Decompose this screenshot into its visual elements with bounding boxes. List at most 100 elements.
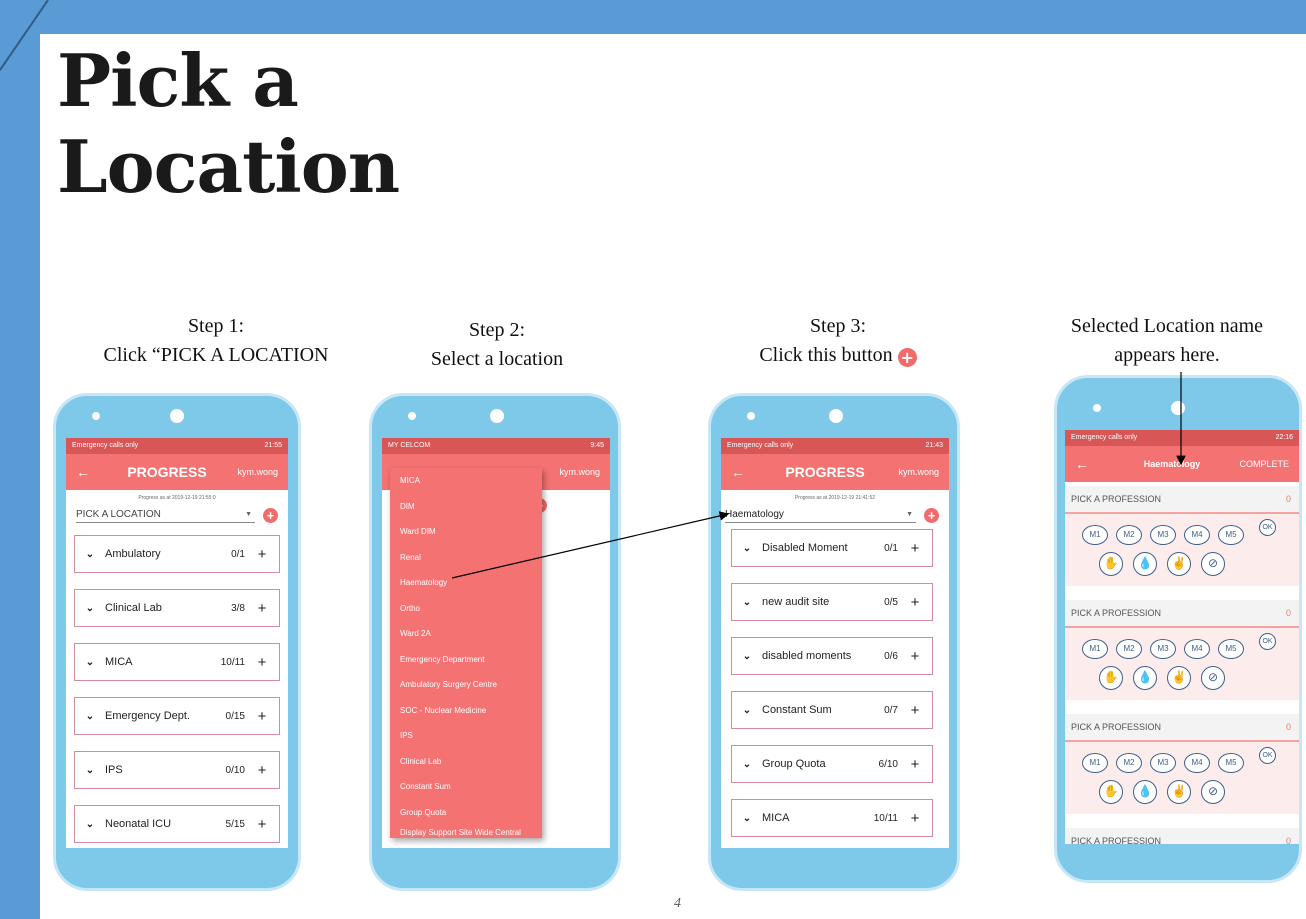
step3-title: Step 3:	[809, 315, 867, 337]
complete-button[interactable]: COMPLETE	[1229, 459, 1289, 469]
back-arrow-icon[interactable]: ←	[1075, 456, 1115, 472]
profession-picker[interactable]: PICK A PROFESSION 0	[1065, 714, 1299, 742]
plus-icon[interactable]: +	[245, 546, 279, 563]
dropdown-option[interactable]: Ortho	[390, 596, 542, 622]
dropdown-option[interactable]: Group Quota	[390, 800, 542, 826]
chevron-down-icon[interactable]: ⌄	[732, 651, 762, 662]
hand-wash-icon[interactable]: 💧	[1133, 552, 1157, 576]
moment-button[interactable]: M4	[1184, 639, 1210, 659]
plus-icon[interactable]: +	[898, 648, 932, 665]
chevron-down-icon[interactable]: ⌄	[75, 549, 105, 560]
back-arrow-icon[interactable]: ←	[76, 464, 116, 480]
back-arrow-icon[interactable]: ←	[731, 464, 771, 480]
moment-button[interactable]: M3	[1150, 753, 1176, 773]
ok-button[interactable]: OK	[1259, 633, 1276, 650]
glove-icon[interactable]: ✌	[1167, 552, 1191, 576]
location-card[interactable]: ⌄ new audit site 0/5 +	[731, 583, 933, 621]
dropdown-option[interactable]: Emergency Department	[390, 647, 542, 673]
plus-icon[interactable]: +	[245, 762, 279, 779]
moment-button[interactable]: M3	[1150, 639, 1176, 659]
hand-wash-icon[interactable]: 💧	[1133, 780, 1157, 804]
moment-button[interactable]: M1	[1082, 525, 1108, 545]
dropdown-option[interactable]: SOC - Nuclear Medicine	[390, 698, 542, 724]
moment-button[interactable]: M3	[1150, 525, 1176, 545]
moment-button[interactable]: M2	[1116, 753, 1142, 773]
dropdown-option[interactable]: Ambulatory Surgery Centre	[390, 672, 542, 698]
moment-button[interactable]: M1	[1082, 639, 1108, 659]
profession-label: PICK A PROFESSION	[1071, 722, 1162, 732]
plus-icon[interactable]: +	[898, 540, 932, 557]
profession-picker[interactable]: PICK A PROFESSION 0	[1065, 600, 1299, 628]
moment-button[interactable]: M4	[1184, 753, 1210, 773]
status-left: Emergency calls only	[1071, 434, 1138, 441]
location-select[interactable]: PICK A LOCATION ▼	[76, 507, 255, 523]
plus-icon[interactable]: +	[898, 594, 932, 611]
plus-icon[interactable]: +	[898, 810, 932, 827]
ok-button[interactable]: OK	[1259, 747, 1276, 764]
dropdown-option[interactable]: Display Support Site Wide Central	[390, 825, 542, 837]
moment-button[interactable]: M5	[1218, 639, 1244, 659]
add-location-button[interactable]: +	[263, 507, 278, 523]
location-name: Clinical Lab	[105, 602, 162, 614]
location-card[interactable]: ⌄ Clinical Lab 3/8 +	[74, 589, 280, 627]
chevron-down-icon[interactable]: ⌄	[732, 759, 762, 770]
glove-icon[interactable]: ✌	[1167, 780, 1191, 804]
dropdown-option[interactable]: MICA	[390, 468, 542, 494]
dropdown-option[interactable]: Ward DIM	[390, 519, 542, 545]
dropdown-option-selected[interactable]: Haematology	[390, 570, 542, 596]
chevron-down-icon[interactable]: ⌄	[732, 543, 762, 554]
chevron-down-icon[interactable]: ⌄	[732, 705, 762, 716]
location-card[interactable]: ⌄ Neonatal ICU 5/15 +	[74, 805, 280, 843]
chevron-down-icon[interactable]: ⌄	[75, 657, 105, 668]
moment-button[interactable]: M4	[1184, 525, 1210, 545]
location-card[interactable]: ⌄ MICA 10/11 +	[731, 799, 933, 837]
hand-rub-icon[interactable]: ✋	[1099, 780, 1123, 804]
step3-text: Click this button	[759, 344, 893, 366]
moment-button[interactable]: M2	[1116, 525, 1142, 545]
chevron-down-icon[interactable]: ⌄	[75, 711, 105, 722]
moment-button[interactable]: M5	[1218, 525, 1244, 545]
dropdown-option[interactable]: Constant Sum	[390, 774, 542, 800]
dropdown-option[interactable]: DIM	[390, 494, 542, 520]
ok-button[interactable]: OK	[1259, 519, 1276, 536]
plus-icon[interactable]: +	[898, 702, 932, 719]
plus-icon[interactable]: +	[245, 816, 279, 833]
phone-speaker-dot	[1093, 404, 1101, 412]
dropdown-option[interactable]: Clinical Lab	[390, 749, 542, 775]
location-card[interactable]: ⌄ Ambulatory 0/1 +	[74, 535, 280, 573]
profession-picker[interactable]: PICK A PROFESSION 0	[1065, 828, 1299, 844]
chevron-down-icon[interactable]: ⌄	[732, 813, 762, 824]
no-action-icon[interactable]: ⊘	[1201, 666, 1225, 690]
chevron-down-icon[interactable]: ⌄	[732, 597, 762, 608]
location-card[interactable]: ⌄ disabled moments 0/6 +	[731, 637, 933, 675]
hand-rub-icon[interactable]: ✋	[1099, 552, 1123, 576]
phone-step3: Emergency calls only 21:43 ← PROGRESS ky…	[708, 393, 960, 891]
dropdown-option[interactable]: Renal	[390, 545, 542, 571]
hand-rub-icon[interactable]: ✋	[1099, 666, 1123, 690]
location-card[interactable]: ⌄ Constant Sum 0/7 +	[731, 691, 933, 729]
hand-wash-icon[interactable]: 💧	[1133, 666, 1157, 690]
plus-icon[interactable]: +	[245, 654, 279, 671]
add-location-button[interactable]: +	[924, 507, 939, 523]
dropdown-option[interactable]: IPS	[390, 723, 542, 749]
location-select[interactable]: Haematology ▼	[725, 507, 916, 523]
location-card[interactable]: ⌄ IPS 0/10 +	[74, 751, 280, 789]
location-card[interactable]: ⌄ Emergency Dept. 0/15 +	[74, 697, 280, 735]
dropdown-option[interactable]: Ward 2A	[390, 621, 542, 647]
chevron-down-icon[interactable]: ⌄	[75, 819, 105, 830]
chevron-down-icon[interactable]: ⌄	[75, 765, 105, 776]
moment-button[interactable]: M1	[1082, 753, 1108, 773]
location-card[interactable]: ⌄ MICA 10/11 +	[74, 643, 280, 681]
plus-icon[interactable]: +	[245, 708, 279, 725]
profession-picker[interactable]: PICK A PROFESSION 0	[1065, 486, 1299, 514]
chevron-down-icon[interactable]: ⌄	[75, 603, 105, 614]
glove-icon[interactable]: ✌	[1167, 666, 1191, 690]
no-action-icon[interactable]: ⊘	[1201, 552, 1225, 576]
location-card[interactable]: ⌄ Group Quota 6/10 +	[731, 745, 933, 783]
location-card[interactable]: ⌄ Disabled Moment 0/1 +	[731, 529, 933, 567]
plus-icon[interactable]: +	[898, 756, 932, 773]
moment-button[interactable]: M2	[1116, 639, 1142, 659]
plus-icon[interactable]: +	[245, 600, 279, 617]
no-action-icon[interactable]: ⊘	[1201, 780, 1225, 804]
moment-button[interactable]: M5	[1218, 753, 1244, 773]
